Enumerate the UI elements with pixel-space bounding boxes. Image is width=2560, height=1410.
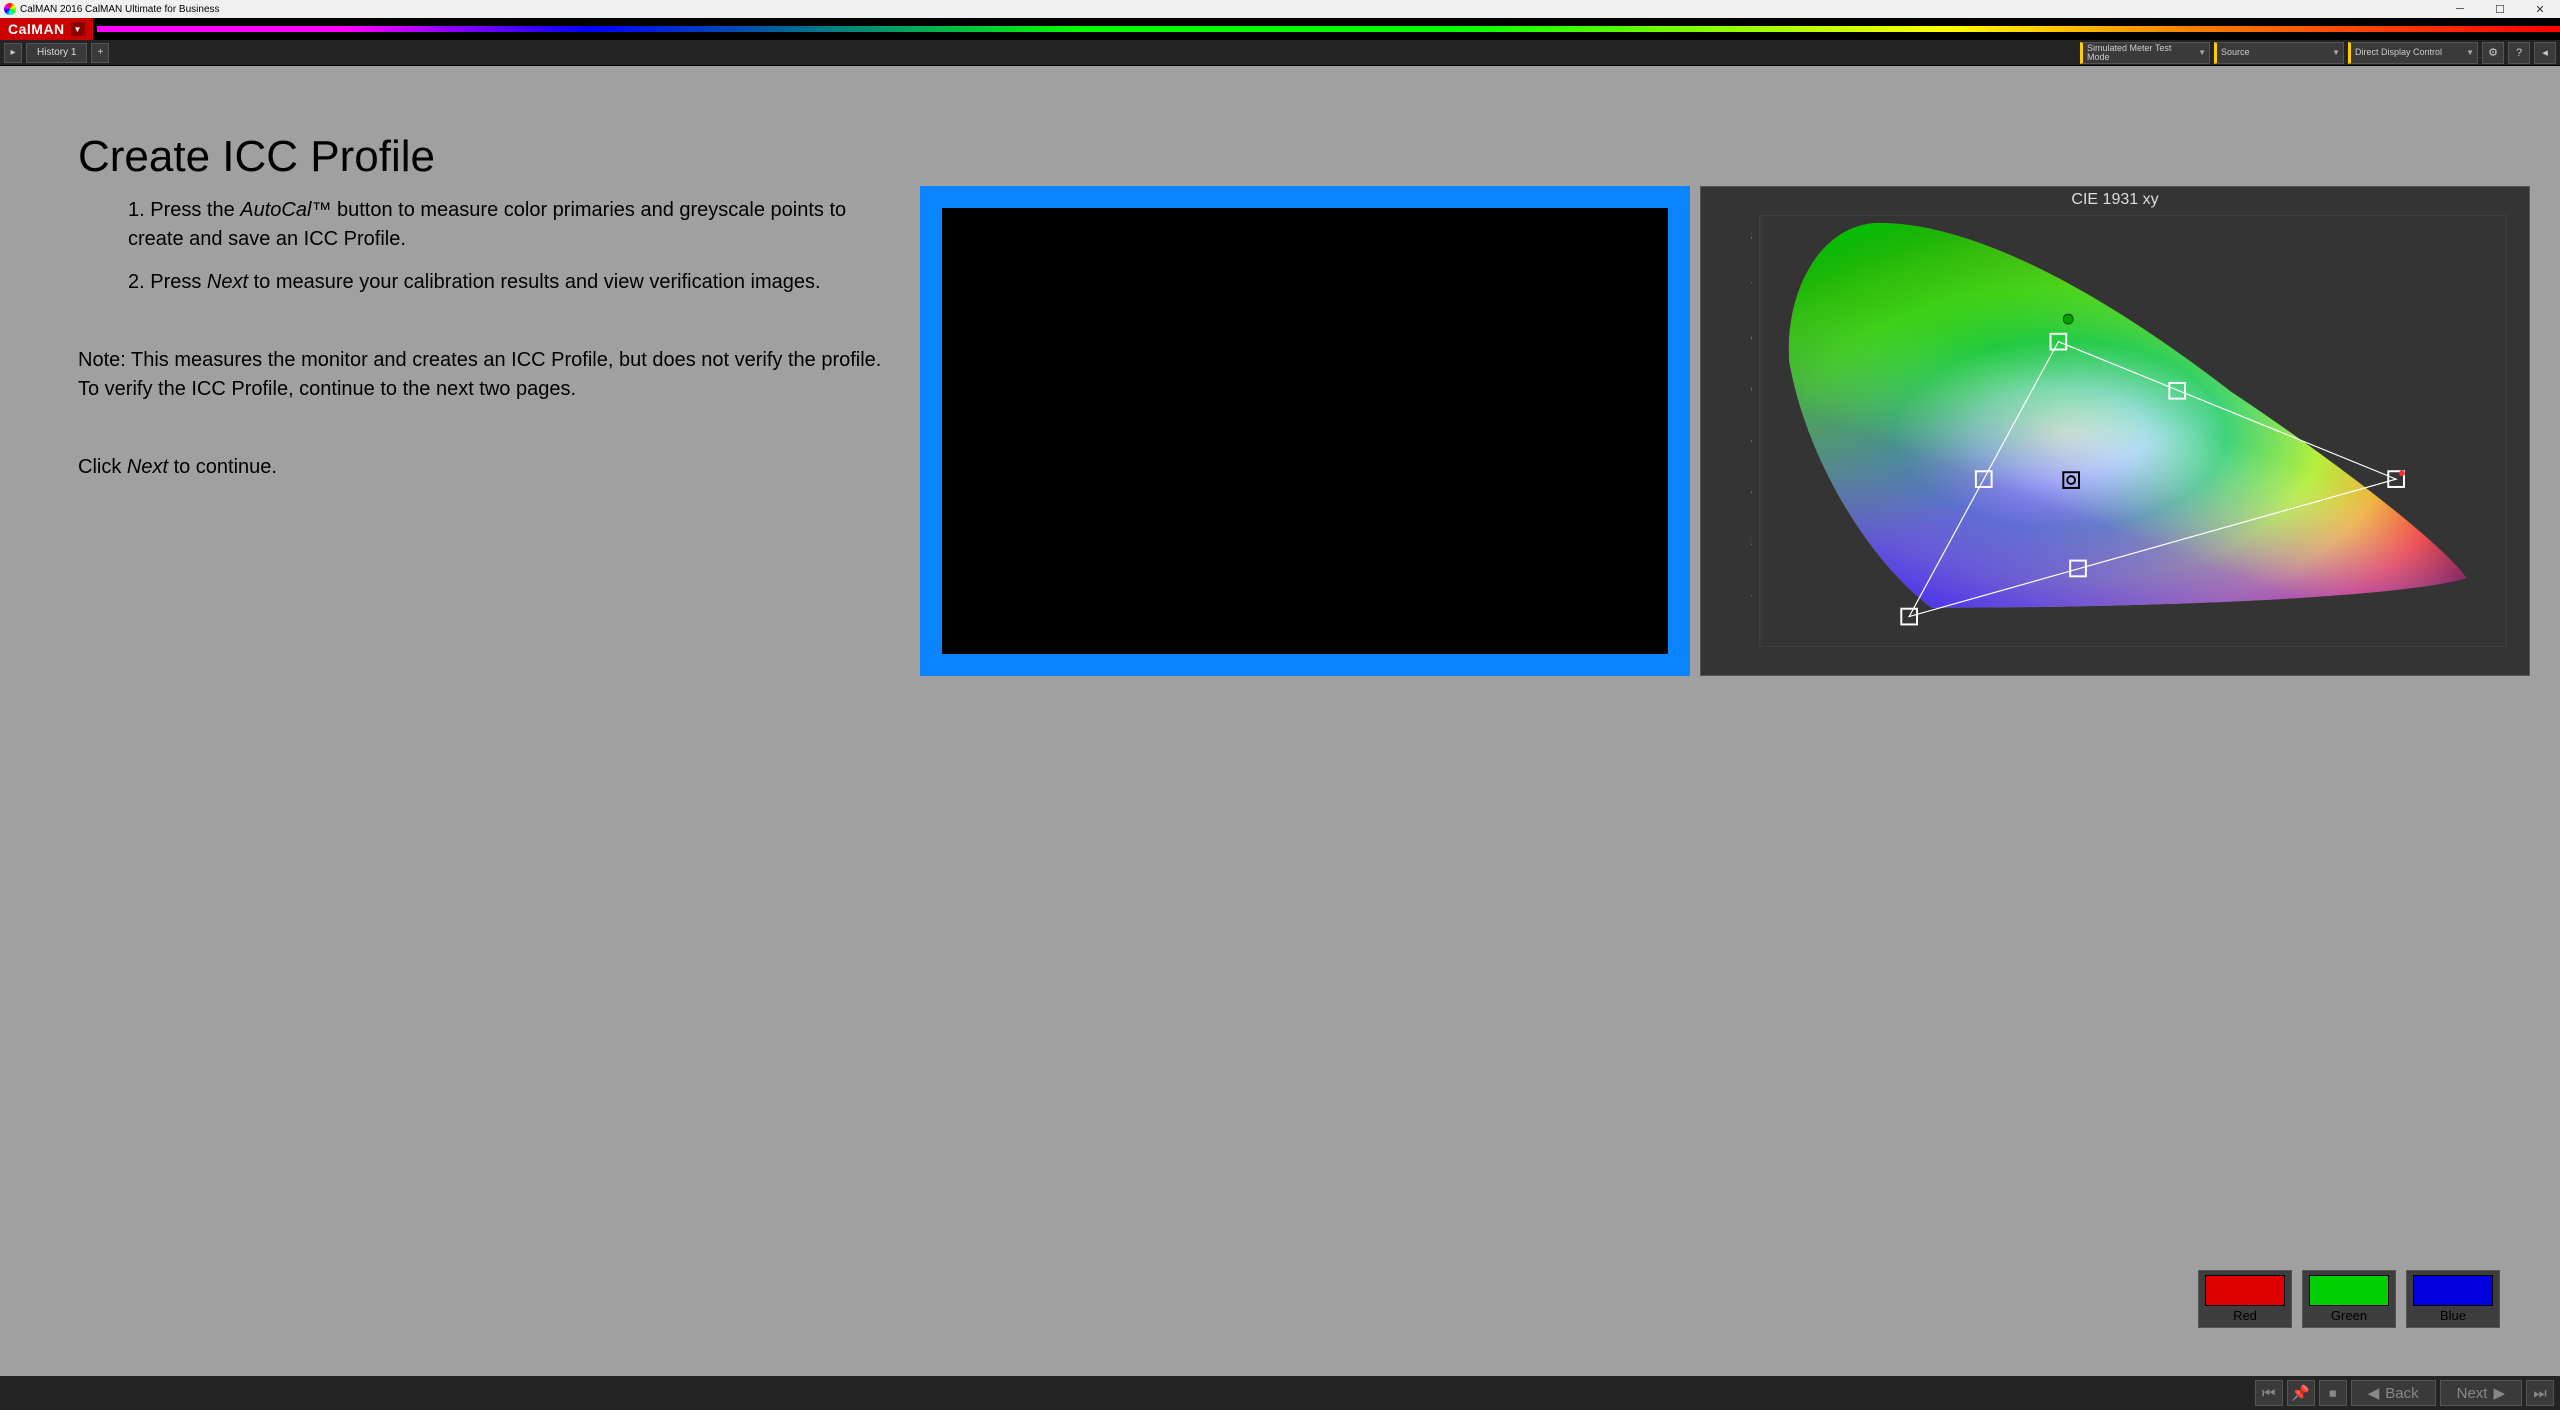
nav-first-button[interactable]: ⏮	[2255, 1380, 2283, 1406]
green-swatch	[2309, 1275, 2389, 1306]
window-titlebar: CalMAN 2016 CalMAN Ultimate for Business…	[0, 0, 2560, 18]
next-button[interactable]: Next ▶	[2440, 1380, 2522, 1406]
blue-label: Blue	[2440, 1308, 2466, 1323]
nav-pin-button[interactable]: 📌	[2287, 1380, 2315, 1406]
logo-text: CalMAN	[8, 21, 65, 37]
chevron-down-icon: ▼	[2332, 49, 2340, 57]
source-dropdown-label: Source	[2221, 48, 2329, 57]
measured-point-red	[2399, 470, 2405, 476]
history-tab[interactable]: History 1	[26, 43, 87, 63]
nav-last-button[interactable]: ⏭	[2526, 1380, 2554, 1406]
nav-toggle-button[interactable]: ▸	[4, 43, 22, 63]
brand-bar: CalMAN ▼	[0, 18, 2560, 40]
main-content: Create ICC Profile 1. Press the AutoCal™…	[0, 66, 2560, 1376]
collapse-button[interactable]: ◂	[2534, 42, 2556, 64]
rgb-button-group: Red Green Blue	[2198, 1270, 2500, 1328]
svg-text:0.3: 0.3	[1751, 483, 1752, 498]
green-primary-button[interactable]: Green	[2302, 1270, 2396, 1328]
instructions: 1. Press the AutoCal™ button to measure …	[128, 196, 888, 297]
settings-button[interactable]: ⚙	[2482, 42, 2504, 64]
page-title: Create ICC Profile	[78, 132, 435, 182]
meter-dropdown-label: Simulated Meter Test Mode	[2087, 44, 2195, 62]
window-title: CalMAN 2016 CalMAN Ultimate for Business	[20, 4, 220, 15]
minimize-button[interactable]: ─	[2440, 0, 2480, 18]
instruction-step-1: 1. Press the AutoCal™ button to measure …	[128, 196, 888, 254]
display-dropdown[interactable]: Direct Display Control▼	[2348, 42, 2478, 64]
measured-point-green	[2063, 314, 2073, 324]
back-button[interactable]: ◀ Back	[2351, 1380, 2436, 1406]
pattern-preview-frame	[920, 186, 1690, 676]
cie-chart-title: CIE 1931 xy	[1701, 187, 2529, 213]
maximize-button[interactable]: ☐	[2480, 0, 2520, 18]
app-logo[interactable]: CalMAN ▼	[0, 18, 93, 40]
svg-text:0.6: 0.6	[1751, 330, 1752, 345]
chevron-down-icon: ▼	[2198, 49, 2206, 57]
nav-stop-button[interactable]: ⏹	[2319, 1380, 2347, 1406]
cie-chart-svg: 0.1 0.2 0.3 0.4 0.5 0.6 0.7 0.8 0 0.1 0.…	[1751, 215, 2515, 647]
instruction-step-2: 2. Press Next to measure your calibratio…	[128, 268, 888, 297]
red-swatch	[2205, 1275, 2285, 1306]
spectrum-strip	[97, 26, 2560, 32]
red-label: Red	[2233, 1308, 2257, 1323]
chevron-down-icon: ▼	[2466, 49, 2474, 57]
note-text: Note: This measures the monitor and crea…	[78, 346, 898, 404]
y-axis-ticks: 0.1 0.2 0.3 0.4 0.5 0.6 0.7 0.8	[1751, 229, 1752, 599]
toolbar: ▸ History 1 + Simulated Meter Test Mode▼…	[0, 40, 2560, 66]
source-dropdown[interactable]: Source▼	[2214, 42, 2344, 64]
red-primary-button[interactable]: Red	[2198, 1270, 2292, 1328]
close-button[interactable]: ✕	[2520, 0, 2560, 18]
svg-text:0.7: 0.7	[1751, 280, 1752, 295]
help-button[interactable]: ?	[2508, 42, 2530, 64]
history-tab-label: History 1	[37, 47, 76, 58]
blue-primary-button[interactable]: Blue	[2406, 1270, 2500, 1328]
svg-text:0.4: 0.4	[1751, 432, 1752, 447]
back-label: Back	[2385, 1385, 2418, 1402]
pattern-preview[interactable]	[942, 208, 1668, 654]
blue-swatch	[2413, 1275, 2493, 1306]
svg-text:0.2: 0.2	[1751, 533, 1752, 548]
cie-chart-panel: CIE 1931 xy	[1700, 186, 2530, 676]
bottom-bar: ⏮ 📌 ⏹ ◀ Back Next ▶ ⏭	[0, 1376, 2560, 1410]
green-label: Green	[2331, 1308, 2367, 1323]
next-label: Next	[2457, 1385, 2488, 1402]
svg-text:0.1: 0.1	[1751, 584, 1752, 599]
display-dropdown-label: Direct Display Control	[2355, 48, 2463, 57]
add-tab-button[interactable]: +	[91, 43, 109, 63]
cie-chart[interactable]: 0.1 0.2 0.3 0.4 0.5 0.6 0.7 0.8 0 0.1 0.…	[1751, 215, 2515, 647]
click-next-text: Click Next to continue.	[78, 456, 277, 479]
meter-dropdown[interactable]: Simulated Meter Test Mode▼	[2080, 42, 2210, 64]
svg-text:0.8: 0.8	[1751, 229, 1752, 244]
svg-text:0.5: 0.5	[1751, 381, 1752, 396]
logo-menu-icon[interactable]: ▼	[71, 22, 85, 36]
back-arrow-icon: ◀	[2368, 1384, 2380, 1402]
next-arrow-icon: ▶	[2493, 1384, 2505, 1402]
app-icon	[4, 3, 16, 15]
